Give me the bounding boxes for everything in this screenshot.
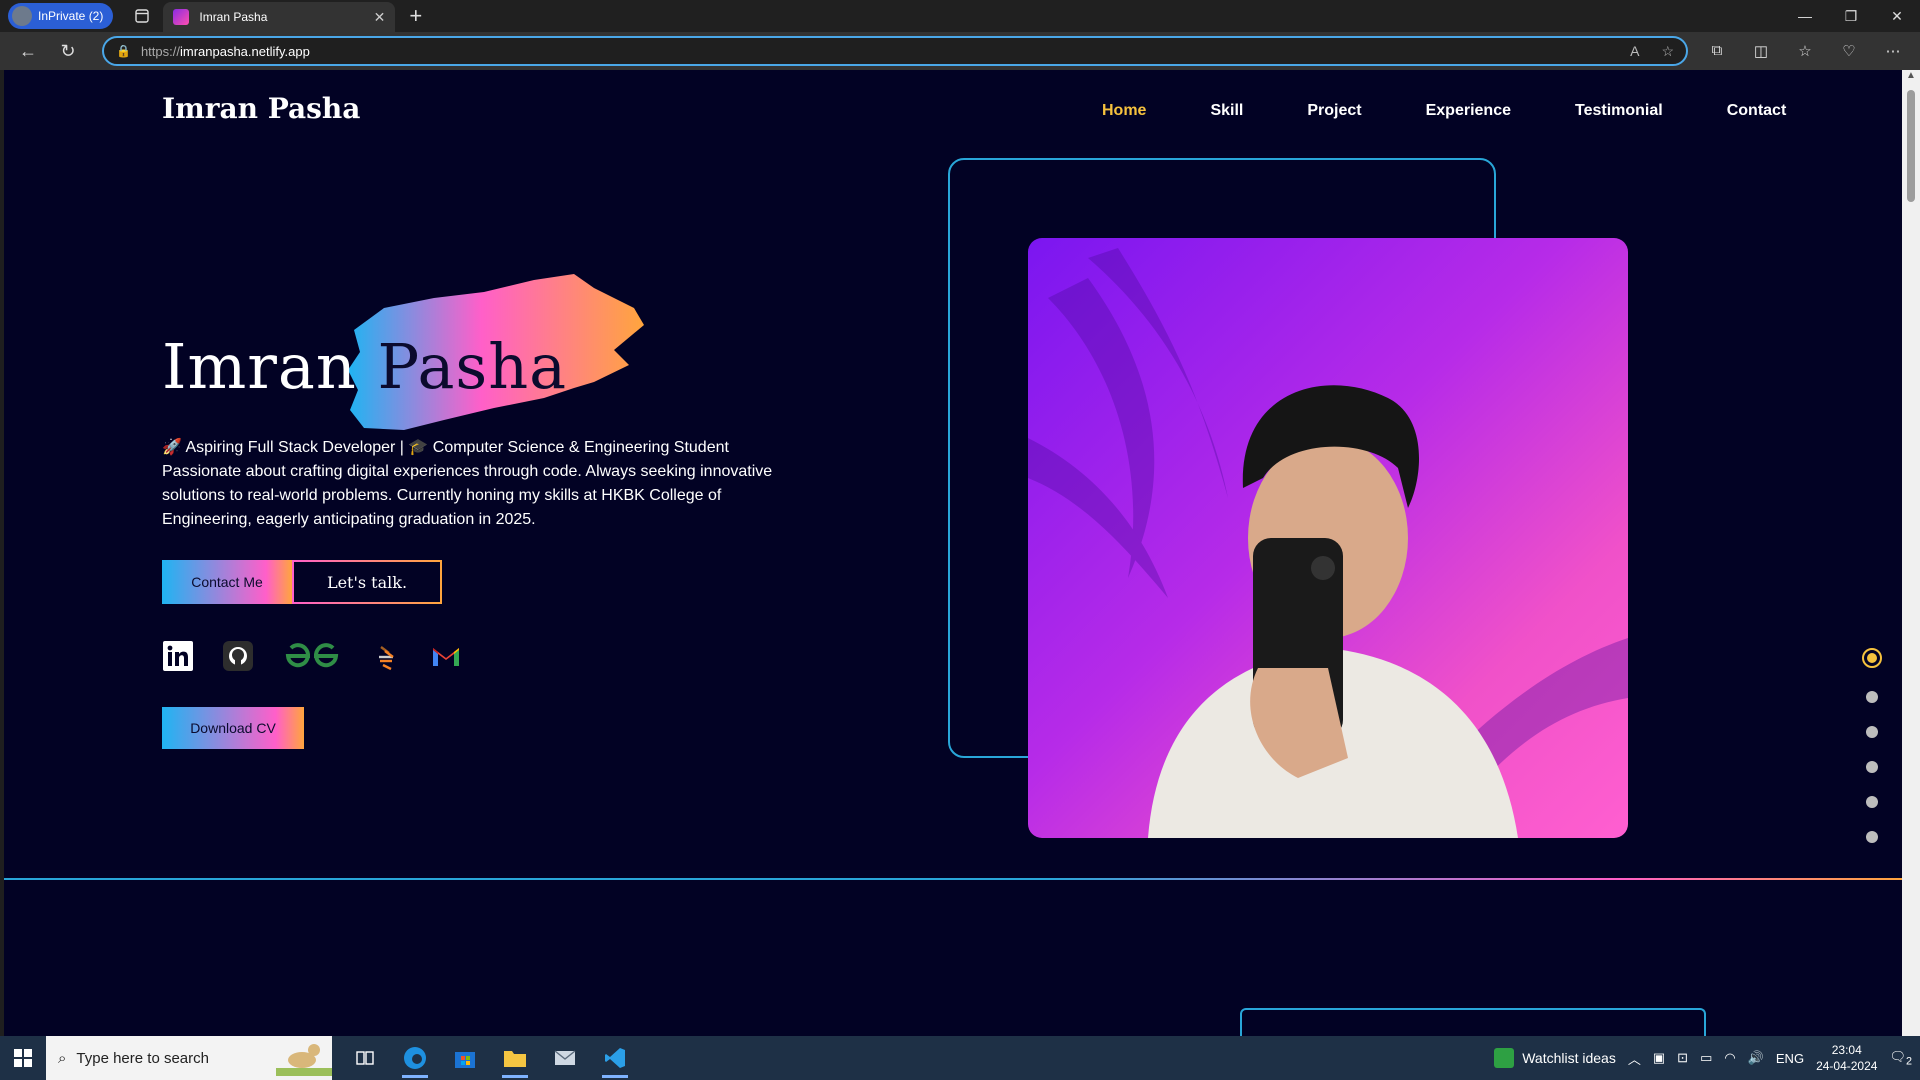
vscode-icon[interactable]: [592, 1036, 638, 1080]
stock-chart-icon: [1494, 1048, 1515, 1068]
search-icon: ⌕: [58, 1049, 67, 1067]
extensions-icon[interactable]: ⧉: [1702, 42, 1732, 60]
window-close-icon[interactable]: ✕: [1874, 8, 1920, 25]
system-tray: Watchlist ideas ︿ ▣ ⊡ ▭ ◠ 🔊 ENG 23:04 24…: [1494, 1042, 1920, 1074]
url-protocol: https://: [140, 43, 180, 59]
browser-essentials-icon[interactable]: ♡: [1834, 42, 1864, 60]
hero-first-name: Imran: [162, 330, 378, 403]
scroll-thumb[interactable]: [1907, 90, 1915, 202]
section-dot-4[interactable]: [1866, 761, 1878, 773]
tray-overflow-icon[interactable]: ︿: [1628, 1049, 1641, 1068]
favorite-star-icon[interactable]: ☆: [1661, 43, 1674, 60]
watchlist-widget[interactable]: Watchlist ideas: [1494, 1048, 1616, 1068]
edge-browser-icon[interactable]: [392, 1036, 438, 1080]
section-dot-1[interactable]: [1862, 648, 1882, 668]
notifications-icon[interactable]: 🗨2: [1889, 1049, 1912, 1068]
nav-contact[interactable]: Contact: [1727, 102, 1787, 120]
wifi-icon[interactable]: ◠: [1724, 1050, 1735, 1066]
watchlist-label: Watchlist ideas: [1522, 1050, 1616, 1066]
geeksforgeeks-icon[interactable]: [282, 640, 342, 672]
lets-talk-button[interactable]: Let's talk.: [292, 560, 442, 604]
screen-capture-icon[interactable]: ⊡: [1677, 1050, 1688, 1066]
linkedin-icon[interactable]: [162, 640, 194, 672]
microsoft-store-icon[interactable]: [442, 1036, 488, 1080]
back-icon[interactable]: ←: [8, 35, 48, 67]
section-dot-6[interactable]: [1866, 831, 1878, 843]
windows-taskbar: ⌕ Type here to search Watchlist ideas ︿ …: [0, 1036, 1920, 1080]
site-nav: Home Skill Project Experience Testimonia…: [1102, 102, 1786, 120]
page-scrollbar[interactable]: ▲: [1902, 70, 1920, 1036]
search-highlight-dog-icon: [276, 1044, 332, 1076]
inprivate-profile-button[interactable]: InPrivate (2): [8, 3, 114, 29]
tab-title: Imran Pasha: [199, 10, 268, 24]
github-icon[interactable]: [222, 640, 254, 672]
stackoverflow-icon[interactable]: [370, 640, 402, 672]
nav-skill[interactable]: Skill: [1210, 102, 1243, 120]
profile-label: InPrivate (2): [38, 9, 104, 23]
notification-count: 2: [1905, 1055, 1912, 1068]
mail-icon[interactable]: [542, 1036, 588, 1080]
download-cv-button[interactable]: Download CV: [162, 707, 304, 749]
profile-avatar-icon: [12, 6, 32, 26]
section-dot-3[interactable]: [1866, 726, 1878, 738]
scroll-up-icon[interactable]: ▲: [1902, 70, 1920, 86]
nav-testimonial[interactable]: Testimonial: [1575, 102, 1663, 120]
web-page: Imran Pasha Home Skill Project Experienc…: [4, 70, 1902, 1036]
browser-address-bar: ← ↻ 🔒 https:// imranpasha.netlify.app A …: [0, 32, 1920, 70]
section-pagination: [1862, 648, 1882, 843]
start-button[interactable]: [0, 1036, 46, 1080]
browser-tab-active[interactable]: Imran Pasha ✕: [163, 2, 396, 32]
task-view-icon[interactable]: [342, 1036, 388, 1080]
battery-icon[interactable]: ▭: [1700, 1050, 1712, 1066]
file-explorer-icon[interactable]: [492, 1036, 538, 1080]
hero-bio: 🚀 Aspiring Full Stack Developer | 🎓 Comp…: [162, 436, 782, 532]
volume-icon[interactable]: 🔊: [1748, 1050, 1764, 1066]
clock[interactable]: 23:04 24-04-2024: [1816, 1042, 1877, 1074]
refresh-icon[interactable]: ↻: [48, 35, 88, 67]
clock-date: 24-04-2024: [1816, 1059, 1878, 1073]
section-divider: [4, 878, 1902, 880]
nav-project[interactable]: Project: [1307, 102, 1361, 120]
social-links: [162, 640, 462, 672]
tab-favicon-icon: [173, 9, 190, 25]
bio-paragraph: Passionate about crafting digital experi…: [162, 463, 773, 528]
tab-close-icon[interactable]: ✕: [374, 9, 386, 26]
meet-icon[interactable]: ▣: [1653, 1050, 1665, 1066]
profile-photo: [1028, 238, 1628, 838]
hero-name: Imran Pasha: [162, 330, 567, 403]
windows-logo-icon: [14, 1049, 32, 1067]
favorites-icon[interactable]: ☆: [1790, 42, 1820, 60]
lock-icon: 🔒: [116, 44, 131, 58]
restore-icon[interactable]: ❐: [1828, 8, 1874, 25]
gmail-icon[interactable]: [430, 640, 462, 672]
new-tab-icon[interactable]: +: [409, 3, 422, 29]
read-aloud-icon[interactable]: A: [1630, 43, 1639, 60]
section-dot-2[interactable]: [1866, 691, 1878, 703]
hero-last-name: Pasha: [377, 330, 568, 403]
nav-experience[interactable]: Experience: [1426, 102, 1511, 120]
nav-home[interactable]: Home: [1102, 102, 1146, 120]
contact-me-button[interactable]: Contact Me: [162, 560, 292, 604]
section-dot-5[interactable]: [1866, 796, 1878, 808]
search-placeholder: Type here to search: [76, 1049, 209, 1067]
url-input[interactable]: 🔒 https:// imranpasha.netlify.app A ☆: [102, 36, 1688, 66]
split-screen-icon[interactable]: ◫: [1746, 42, 1776, 60]
language-indicator[interactable]: ENG: [1776, 1051, 1804, 1066]
browser-tab-bar: InPrivate (2) Imran Pasha ✕ + — ❐ ✕: [0, 0, 1920, 32]
minimize-icon[interactable]: —: [1782, 8, 1828, 25]
tab-actions-icon[interactable]: [127, 3, 157, 29]
bio-headline: 🚀 Aspiring Full Stack Developer | 🎓 Comp…: [162, 439, 729, 456]
next-section-outline: [1240, 1008, 1706, 1036]
more-options-icon[interactable]: ⋯: [1878, 42, 1908, 60]
taskbar-search-input[interactable]: ⌕ Type here to search: [46, 1036, 332, 1080]
url-host: imranpasha.netlify.app: [179, 43, 310, 59]
site-logo[interactable]: Imran Pasha: [162, 92, 360, 125]
clock-time: 23:04: [1831, 1043, 1862, 1057]
